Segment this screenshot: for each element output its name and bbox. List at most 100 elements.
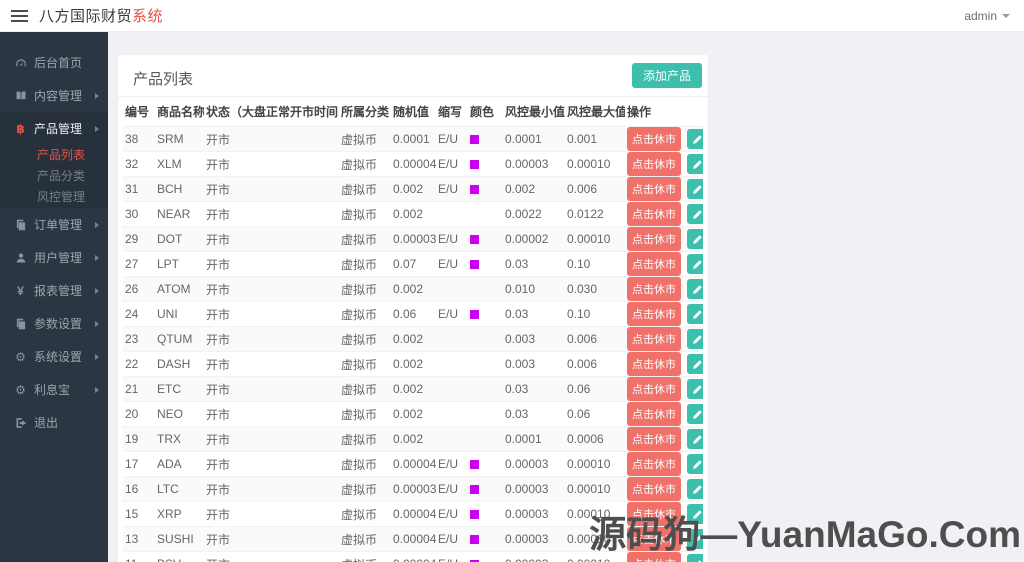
close-market-button[interactable]: 点击休市 [627, 477, 681, 501]
cell-status: 开市 [204, 376, 339, 402]
table-header-row: 编号商品名称状态（大盘正常开市时间内）所属分类随机值缩写颜色风控最小值风控最大值… [123, 97, 703, 127]
cell-random: 0.0001 [391, 126, 436, 152]
cell-random: 0.002 [391, 201, 436, 227]
cell-color [468, 176, 503, 202]
edit-button[interactable] [687, 504, 703, 524]
close-market-button[interactable]: 点击休市 [627, 352, 681, 376]
cell-name: ADA [155, 451, 204, 477]
sidebar-item[interactable]: ฿ 产品管理 [0, 112, 108, 145]
sidebar-item[interactable]: 用户管理 [0, 241, 108, 274]
edit-button[interactable] [687, 554, 703, 562]
cell-max: 0.030 [565, 276, 625, 302]
cell-abbr: E/U [436, 301, 468, 327]
cell-max: 0.10 [565, 301, 625, 327]
sidebar-item[interactable]: ¥ 报表管理 [0, 274, 108, 307]
hamburger-menu-icon[interactable] [11, 7, 28, 25]
close-market-button[interactable]: 点击休市 [627, 302, 681, 326]
cell-status: 开市 [204, 501, 339, 527]
cell-category: 虚拟币 [339, 451, 391, 477]
sidebar-item[interactable]: 参数设置 [0, 307, 108, 340]
cell-abbr [436, 201, 468, 227]
edit-button[interactable] [687, 129, 703, 149]
edit-button[interactable] [687, 354, 703, 374]
cell-abbr [436, 426, 468, 452]
close-market-button[interactable]: 点击休市 [627, 127, 681, 151]
close-market-button[interactable]: 点击休市 [627, 202, 681, 226]
cell-name: BSV [155, 551, 204, 562]
sidebar-item[interactable]: ⚙ 利息宝 [0, 373, 108, 406]
sidebar-item-label: 订单管理 [34, 218, 83, 232]
edit-button[interactable] [687, 229, 703, 249]
edit-button[interactable] [687, 454, 703, 474]
gears-icon: ⚙ [15, 382, 26, 397]
column-header: 缩写 [436, 97, 468, 127]
sidebar-item[interactable]: 后台首页 [0, 46, 108, 79]
close-market-button[interactable]: 点击休市 [627, 252, 681, 276]
close-market-button[interactable]: 点击休市 [627, 452, 681, 476]
edit-button[interactable] [687, 154, 703, 174]
color-swatch [470, 510, 479, 520]
edit-button[interactable] [687, 304, 703, 324]
cell-actions: 点击休市 [625, 451, 703, 477]
sidebar-subitem[interactable]: 风控管理 [0, 187, 108, 208]
cell-random: 0.06 [391, 301, 436, 327]
cell-color [468, 126, 503, 152]
close-market-button[interactable]: 点击休市 [627, 402, 681, 426]
cell-category: 虚拟币 [339, 276, 391, 302]
sidebar-item-label: 报表管理 [34, 284, 83, 298]
user-menu[interactable]: admin [964, 9, 1010, 23]
app-title-main: 八方国际财贸 [39, 8, 133, 25]
edit-button[interactable] [687, 379, 703, 399]
sidebar-subitem[interactable]: 产品列表 [0, 145, 108, 166]
close-market-button[interactable]: 点击休市 [627, 427, 681, 451]
cell-abbr: E/U [436, 176, 468, 202]
edit-button[interactable] [687, 254, 703, 274]
edit-button[interactable] [687, 429, 703, 449]
close-market-button[interactable]: 点击休市 [627, 152, 681, 176]
edit-button[interactable] [687, 479, 703, 499]
add-product-button[interactable]: 添加产品 [631, 63, 702, 88]
gears-icon: ⚙ [15, 349, 26, 364]
close-market-button[interactable]: 点击休市 [627, 377, 681, 401]
cell-id: 30 [123, 201, 155, 227]
edit-button[interactable] [687, 529, 703, 549]
cell-min: 0.03 [503, 376, 565, 402]
orders-icon [13, 219, 28, 231]
close-market-button[interactable]: 点击休市 [627, 277, 681, 301]
cell-category: 虚拟币 [339, 226, 391, 252]
cell-category: 虚拟币 [339, 151, 391, 177]
cell-id: 15 [123, 501, 155, 527]
edit-button[interactable] [687, 204, 703, 224]
sidebar-item[interactable]: 内容管理 [0, 79, 108, 112]
cell-abbr [436, 401, 468, 427]
edit-button[interactable] [687, 404, 703, 424]
sidebar-subitem[interactable]: 产品分类 [0, 166, 108, 187]
cell-min: 0.00003 [503, 476, 565, 502]
close-market-button[interactable]: 点击休市 [627, 327, 681, 351]
cell-status: 开市 [204, 526, 339, 552]
sidebar-item[interactable]: 订单管理 [0, 208, 108, 241]
cell-category: 虚拟币 [339, 201, 391, 227]
close-market-button[interactable]: 点击休市 [627, 227, 681, 251]
cell-id: 27 [123, 251, 155, 277]
cell-max: 0.0122 [565, 201, 625, 227]
cell-max: 0.06 [565, 376, 625, 402]
sidebar-item[interactable]: ⚙ 系统设置 [0, 340, 108, 373]
edit-button[interactable] [687, 179, 703, 199]
close-market-button[interactable]: 点击休市 [627, 552, 681, 562]
table-row: 26 ATOM 开市 虚拟币 0.002 0.010 0.030 点击休市 [123, 276, 703, 302]
cell-color [468, 276, 503, 302]
close-market-button[interactable]: 点击休市 [627, 177, 681, 201]
cell-name: LPT [155, 251, 204, 277]
main-content: 产品列表 添加产品 编号商品名称状态（大盘正常开市时间内）所属分类随机值缩写颜色… [108, 32, 1024, 562]
cell-abbr [436, 376, 468, 402]
cell-name: QTUM [155, 326, 204, 352]
sidebar-item[interactable]: 退出 [0, 406, 108, 439]
close-market-button[interactable]: 点击休市 [627, 502, 681, 526]
edit-button[interactable] [687, 279, 703, 299]
panel-header: 产品列表 添加产品 [118, 55, 708, 97]
close-market-button[interactable]: 点击休市 [627, 527, 681, 551]
edit-button[interactable] [687, 329, 703, 349]
cell-max: 0.00010 [565, 226, 625, 252]
cell-random: 0.00004 [391, 551, 436, 562]
